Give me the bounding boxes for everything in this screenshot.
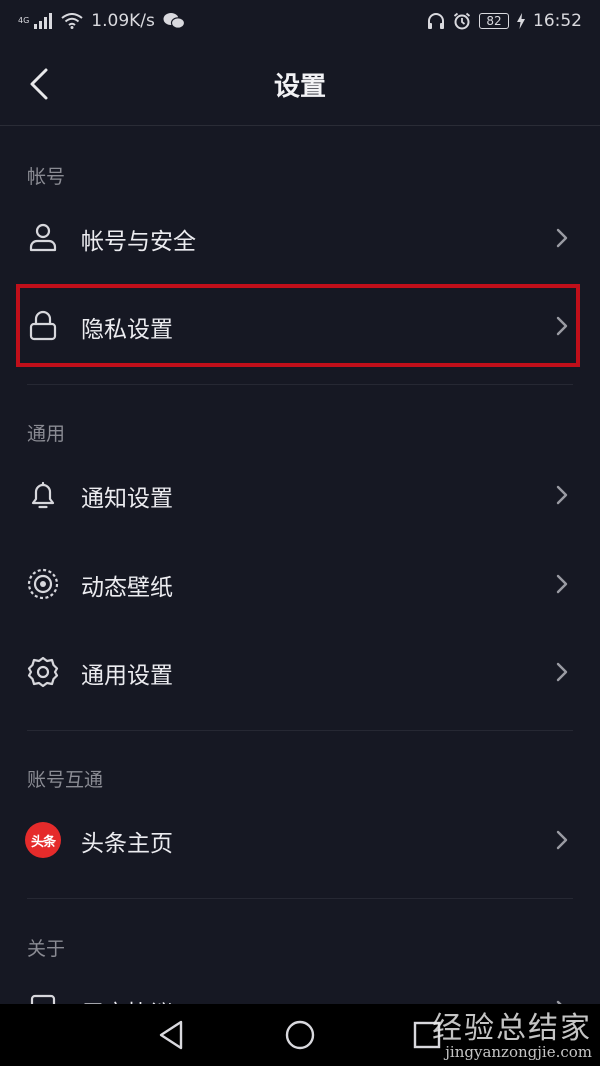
wifi-icon [61,13,83,29]
chevron-right-icon [556,662,568,682]
row-label: 通知设置 [81,486,173,512]
highlight-box [16,284,580,367]
chevron-right-icon [556,228,568,248]
section-label-linked-accounts: 账号互通 [27,769,104,791]
row-live-wallpaper[interactable]: 动态壁纸 [0,544,600,624]
watermark-title: 经验总结家 [432,1011,592,1046]
clock: 16:52 [533,11,582,31]
chevron-right-icon [556,485,568,505]
headset-icon [428,13,444,29]
section-label-general: 通用 [27,423,66,445]
status-left: 4G 1.09K/s [18,11,185,31]
divider [27,898,573,899]
chevron-right-icon [556,574,568,594]
divider [27,730,573,731]
row-label: 通用设置 [81,663,173,689]
row-toutiao-homepage[interactable]: 头条 头条主页 [0,800,600,880]
section-label-about: 关于 [27,938,66,960]
chevron-right-icon [556,830,568,850]
battery-indicator: 82 [479,13,509,29]
signal-icon [34,13,53,29]
bell-icon [31,481,55,509]
watermark: 经验总结家 jingyanzongjie.com [432,1011,592,1061]
gear-icon [27,656,59,688]
nav-home-icon[interactable] [283,1018,317,1052]
network-speed: 1.09K/s [91,11,155,31]
nav-back-icon[interactable] [155,1018,189,1052]
toutiao-logo: 头条 [25,822,61,858]
user-icon [29,223,57,252]
navigation-bar: 经验总结家 jingyanzongjie.com [0,1004,600,1066]
row-notification-settings[interactable]: 通知设置 [0,455,600,535]
row-general-settings[interactable]: 通用设置 [0,632,600,712]
status-bar: 4G 1.09K/s 82 16:52 [0,0,600,42]
charging-icon [517,13,525,29]
section-label-account: 帐号 [27,166,66,188]
network-type: 4G [18,16,30,25]
divider [27,384,573,385]
row-account-security[interactable]: 帐号与安全 [0,198,600,278]
page-title: 设置 [273,72,326,102]
live-wallpaper-icon [27,568,59,600]
status-right: 82 16:52 [427,11,582,31]
row-label: 帐号与安全 [81,229,196,255]
row-label: 头条主页 [81,831,173,857]
alarm-icon [453,12,471,30]
wechat-icon [163,13,185,29]
watermark-url: jingyanzongjie.com [445,1043,592,1061]
row-label: 动态壁纸 [81,575,173,601]
top-app-bar: 设置 [0,42,600,126]
